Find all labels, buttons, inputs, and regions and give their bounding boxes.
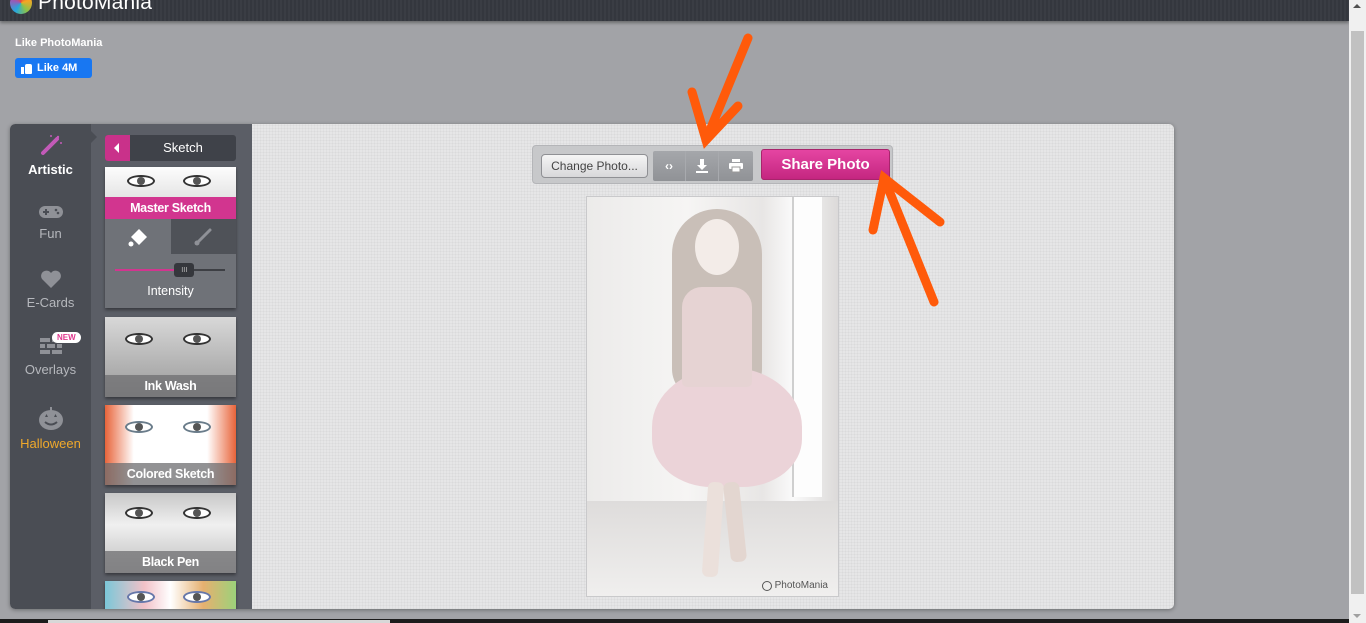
filter-name: Ink Wash: [105, 375, 236, 397]
scroll-down-icon[interactable]: [1353, 614, 1361, 618]
category-ecards[interactable]: E-Cards: [10, 269, 91, 310]
filter-group-header: Sketch: [105, 135, 236, 161]
photo-editor: Artistic Fun E-Cards NEW Overlays Hallow…: [10, 124, 1174, 609]
brush-tab[interactable]: [170, 219, 236, 254]
filter-thumbnail: [105, 581, 236, 609]
heart-icon: [40, 270, 61, 288]
back-button[interactable]: [105, 135, 130, 161]
category-label: Fun: [39, 226, 62, 241]
category-label: E-Cards: [26, 295, 75, 310]
category-halloween[interactable]: Halloween: [10, 406, 91, 451]
category-fun[interactable]: Fun: [10, 204, 91, 241]
like-label: Like PhotoMania: [15, 37, 103, 49]
print-icon: [728, 159, 743, 173]
category-label: Overlays: [24, 362, 77, 377]
filter-card-ink-wash[interactable]: Ink Wash: [105, 317, 236, 397]
filter-name: Master Sketch: [105, 197, 236, 219]
filter-card-black-pen[interactable]: Black Pen: [105, 493, 236, 573]
facebook-like-button[interactable]: Like 4M: [15, 58, 92, 78]
filter-group-title: Sketch: [163, 140, 203, 155]
edited-photo: PhotoMania: [586, 196, 839, 597]
filter-name: Black Pen: [105, 551, 236, 573]
scrollbar-thumb[interactable]: [1351, 31, 1364, 594]
category-label: Artistic: [28, 162, 73, 177]
horizontal-scrollbar[interactable]: [0, 619, 1349, 623]
paint-bucket-icon: [128, 228, 147, 246]
filter-card-colored-sketch[interactable]: Colored Sketch: [105, 405, 236, 485]
selected-filter-card: Master Sketch III Intensity: [105, 167, 236, 308]
print-button[interactable]: [719, 151, 752, 181]
photomania-logo-icon: [10, 0, 32, 14]
download-button[interactable]: [686, 151, 719, 181]
photo-watermark: PhotoMania: [761, 580, 828, 591]
slider-handle[interactable]: III: [174, 263, 195, 277]
scroll-up-icon[interactable]: [1353, 4, 1361, 8]
filter-card-watercolor[interactable]: [105, 581, 236, 609]
toolbar-icon-group: ‹›: [653, 151, 753, 181]
logo[interactable]: PhotoMania: [10, 0, 152, 15]
category-label: Halloween: [20, 436, 81, 451]
category-artistic[interactable]: Artistic: [10, 134, 91, 177]
like-button-label: Like 4M: [37, 62, 78, 74]
intensity-slider[interactable]: III: [115, 263, 225, 277]
brush-icon: [194, 228, 212, 245]
vertical-scrollbar[interactable]: [1349, 0, 1366, 623]
compare-button[interactable]: ‹›: [653, 151, 686, 181]
pumpkin-icon: [38, 407, 63, 430]
category-overlays[interactable]: NEW Overlays: [10, 332, 91, 377]
photomania-watermark-icon: [761, 580, 772, 591]
share-photo-button[interactable]: Share Photo: [761, 149, 890, 180]
tool-tabs: [105, 219, 236, 254]
category-sidebar: Artistic Fun E-Cards NEW Overlays Hallow…: [10, 124, 91, 609]
watermark-text: PhotoMania: [774, 580, 828, 591]
change-photo-button[interactable]: Change Photo...: [541, 154, 648, 178]
filter-thumbnail[interactable]: [105, 167, 236, 197]
app-name: PhotoMania: [38, 0, 153, 14]
download-icon: [696, 159, 708, 173]
compare-arrows-icon: ‹›: [665, 159, 673, 173]
gamepad-icon: [38, 206, 63, 218]
magic-wand-icon: [40, 135, 62, 155]
thumbs-up-icon: [21, 63, 32, 74]
top-navbar: PhotoMania: [0, 0, 1349, 21]
photo-toolbar: Change Photo... ‹› Share Photo: [532, 145, 893, 184]
intensity-label: Intensity: [147, 284, 194, 298]
paint-bucket-tab[interactable]: [105, 219, 171, 254]
filter-name: Colored Sketch: [105, 463, 236, 485]
filter-panel: Sketch Master Sketch III Intensity Ink W…: [90, 124, 252, 609]
new-badge: NEW: [52, 332, 81, 343]
